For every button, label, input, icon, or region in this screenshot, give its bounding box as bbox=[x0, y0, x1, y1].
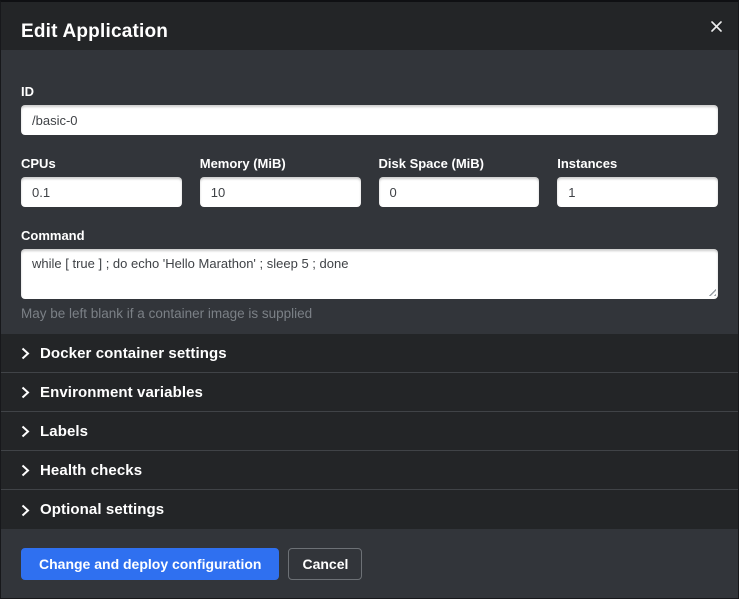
section-label: Optional settings bbox=[40, 501, 164, 518]
section-docker-container-settings[interactable]: Docker container settings bbox=[1, 334, 738, 373]
close-icon bbox=[711, 21, 722, 32]
chevron-right-icon bbox=[21, 347, 30, 360]
section-optional-settings[interactable]: Optional settings bbox=[1, 490, 738, 529]
edit-application-modal: Edit Application ID CPUs Memory (MiB) bbox=[0, 0, 739, 599]
modal-footer: Change and deploy configuration Cancel bbox=[1, 529, 738, 598]
instances-input[interactable] bbox=[557, 177, 718, 207]
section-health-checks[interactable]: Health checks bbox=[1, 451, 738, 490]
command-help-text: May be left blank if a container image i… bbox=[21, 306, 718, 322]
cpus-label: CPUs bbox=[21, 156, 182, 172]
section-labels[interactable]: Labels bbox=[1, 412, 738, 451]
cpus-input[interactable] bbox=[21, 177, 182, 207]
chevron-right-icon bbox=[21, 504, 30, 517]
resources-row: CPUs Memory (MiB) Disk Space (MiB) Insta… bbox=[21, 156, 718, 207]
change-and-deploy-button[interactable]: Change and deploy configuration bbox=[21, 548, 279, 580]
cpus-field-group: CPUs bbox=[21, 156, 182, 207]
disk-field-group: Disk Space (MiB) bbox=[379, 156, 540, 207]
id-label: ID bbox=[21, 84, 718, 100]
command-label: Command bbox=[21, 228, 718, 244]
modal-header: Edit Application bbox=[1, 2, 738, 50]
close-button[interactable] bbox=[703, 13, 729, 39]
id-field-group: ID bbox=[21, 84, 718, 135]
chevron-right-icon bbox=[21, 386, 30, 399]
disk-input[interactable] bbox=[379, 177, 540, 207]
section-label: Labels bbox=[40, 423, 88, 440]
section-label: Docker container settings bbox=[40, 345, 227, 362]
section-label: Environment variables bbox=[40, 384, 203, 401]
command-textarea-wrap: while [ true ] ; do echo 'Hello Marathon… bbox=[21, 249, 718, 299]
cancel-button[interactable]: Cancel bbox=[288, 548, 362, 580]
id-input[interactable] bbox=[21, 105, 718, 135]
chevron-right-icon bbox=[21, 464, 30, 477]
section-label: Health checks bbox=[40, 462, 142, 479]
chevron-right-icon bbox=[21, 425, 30, 438]
disk-label: Disk Space (MiB) bbox=[379, 156, 540, 172]
instances-field-group: Instances bbox=[557, 156, 718, 207]
memory-label: Memory (MiB) bbox=[200, 156, 361, 172]
modal-title: Edit Application bbox=[21, 21, 168, 43]
instances-label: Instances bbox=[557, 156, 718, 172]
memory-field-group: Memory (MiB) bbox=[200, 156, 361, 207]
accordion: Docker container settings Environment va… bbox=[1, 334, 738, 529]
command-textarea[interactable]: while [ true ] ; do echo 'Hello Marathon… bbox=[21, 249, 718, 299]
form-section: ID CPUs Memory (MiB) Disk Space (MiB) In… bbox=[1, 50, 738, 334]
section-environment-variables[interactable]: Environment variables bbox=[1, 373, 738, 412]
command-field-group: Command while [ true ] ; do echo 'Hello … bbox=[21, 228, 718, 322]
memory-input[interactable] bbox=[200, 177, 361, 207]
